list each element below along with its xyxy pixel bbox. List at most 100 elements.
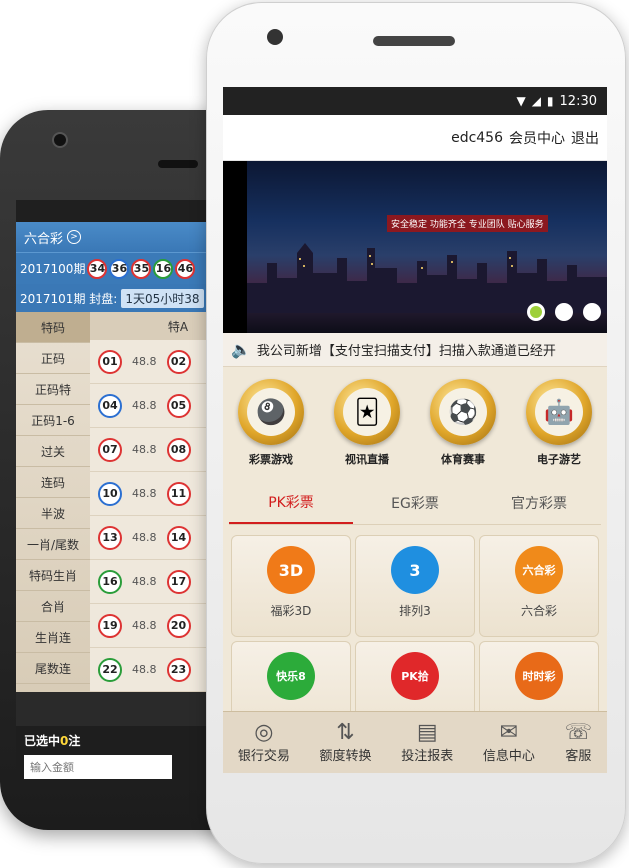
odds-value: 48.8 xyxy=(132,443,157,456)
nav-item[interactable]: ⇅ 额度转换 xyxy=(320,720,372,765)
game-logo-icon: 六合彩 xyxy=(515,546,563,594)
nav-label: 客服 xyxy=(565,749,592,764)
odds-value: 48.8 xyxy=(132,399,157,412)
category-label: 电子游艺 xyxy=(537,453,581,466)
chevron-right-icon[interactable]: > xyxy=(67,230,82,244)
nav-item[interactable]: ◎ 银行交易 xyxy=(237,721,290,765)
camera-icon xyxy=(267,29,283,45)
bet-type-item[interactable]: 正码1-6 xyxy=(16,405,90,436)
lottery-icon: 🎱 xyxy=(238,379,304,445)
bet-type-item[interactable]: 生肖连 xyxy=(16,622,90,653)
category-item[interactable]: 🎱 彩票游戏 xyxy=(228,379,314,467)
robot-icon-inner: 🤖 xyxy=(535,388,583,436)
number-ball[interactable]: 20 xyxy=(166,613,191,638)
stage: 六合彩 > 2017100期 34 36 35 16 46 2017101期 封盘: 1… xyxy=(0,0,629,868)
bet-type-item[interactable]: 特码 xyxy=(16,312,90,343)
odds-value: 48.8 xyxy=(132,663,157,676)
game-tile[interactable]: 六合彩 六合彩 xyxy=(479,535,599,637)
status-bar: ▼ ◢ ▮ 12:30 xyxy=(223,87,607,115)
camera-icon xyxy=(52,132,68,148)
banner-slogan: 安全稳定 功能齐全 专业团队 贴心服务 xyxy=(387,215,548,232)
number-ball[interactable]: 07 xyxy=(98,437,122,462)
front-screen: ▼ ◢ ▮ 12:30 edc456 会员中心 退出 安全稳定 功能齐全 专业团… xyxy=(223,87,607,773)
tab-2[interactable]: 官方彩票 xyxy=(477,481,601,524)
member-center-link[interactable]: 会员中心 xyxy=(509,128,565,148)
logout-link[interactable]: 退出 xyxy=(571,128,599,148)
tab-0[interactable]: PK彩票 xyxy=(229,481,353,524)
draw-label: 2017100期 xyxy=(20,262,86,276)
result-ball: 16 xyxy=(153,258,174,279)
bet-type-item[interactable]: 半波 xyxy=(16,498,90,529)
username: edc456 xyxy=(451,129,503,146)
number-ball[interactable]: 10 xyxy=(98,481,122,506)
category-item[interactable]: 🤖 电子游艺 xyxy=(516,379,602,467)
bet-type-item[interactable]: 尾数连 xyxy=(16,653,90,684)
category-item[interactable]: 🃏 视讯直播 xyxy=(324,379,410,467)
number-ball[interactable]: 22 xyxy=(98,657,122,682)
speaker-grille xyxy=(158,160,198,168)
number-ball[interactable]: 04 xyxy=(98,393,122,418)
tab-1[interactable]: EG彩票 xyxy=(353,481,477,524)
number-ball[interactable]: 13 xyxy=(98,525,122,550)
amount-input[interactable] xyxy=(24,755,172,779)
number-ball[interactable]: 08 xyxy=(166,437,191,462)
soccer-icon-inner: ⚽ xyxy=(439,388,487,436)
game-tile[interactable]: 3 排列3 xyxy=(355,535,475,637)
speaker-grille xyxy=(373,36,455,46)
nav-label: 银行交易 xyxy=(237,749,290,764)
result-ball: 46 xyxy=(175,258,196,279)
result-ball: 35 xyxy=(131,258,152,279)
lottery-icon-inner: 🎱 xyxy=(247,388,295,436)
category-item[interactable]: ⚽ 体育赛事 xyxy=(420,379,506,467)
carousel-dot-active[interactable] xyxy=(527,303,545,321)
number-ball[interactable]: 19 xyxy=(98,613,122,638)
status-time: 12:30 xyxy=(559,93,597,109)
bet-type-item[interactable]: 合肖 xyxy=(16,591,90,622)
bet-type-item[interactable]: 特码生肖 xyxy=(16,560,90,591)
game-logo-icon: 3D xyxy=(267,546,315,594)
wifi-icon: ▼ xyxy=(516,94,526,108)
banner-carousel[interactable]: 安全稳定 功能齐全 专业团队 贴心服务 xyxy=(223,161,607,333)
nav-label: 投注报表 xyxy=(401,749,454,764)
nav-item[interactable]: ✉ 信息中心 xyxy=(483,720,535,765)
bottom-nav: ◎ 银行交易 ⇅ 额度转换 ▤ 投注报表 ✉ 信息中心 ☏ 客服 xyxy=(223,711,607,773)
number-ball[interactable]: 23 xyxy=(166,657,191,682)
game-label: 福彩3D xyxy=(270,604,312,618)
bet-type-item[interactable]: 连码 xyxy=(16,467,90,498)
transfer-icon: ⇅ xyxy=(336,720,355,745)
number-ball[interactable]: 05 xyxy=(166,393,191,418)
number-ball[interactable]: 17 xyxy=(166,569,191,594)
nav-item[interactable]: ☏ 客服 xyxy=(565,721,593,765)
bet-type-item[interactable]: 一肖/尾数 xyxy=(16,529,90,560)
carousel-dot[interactable] xyxy=(555,303,573,321)
report-icon: ▤ xyxy=(416,720,438,745)
next-draw-label: 2017101期 封盘: xyxy=(20,291,118,306)
game-logo-icon: 时时彩 xyxy=(515,652,563,700)
notice-marquee: 🔈 我公司新增【支付宝扫描支付】扫描入款通道已经开 xyxy=(223,333,607,367)
lottery-title: 六合彩 xyxy=(24,231,64,247)
game-tile[interactable]: 3D 福彩3D xyxy=(231,535,351,637)
nav-item[interactable]: ▤ 投注报表 xyxy=(401,720,454,765)
bet-type-item[interactable]: 过关 xyxy=(16,436,90,467)
game-logo-icon: PK拾 xyxy=(391,652,439,700)
odds-value: 48.8 xyxy=(132,575,157,588)
countdown: 1天05小时38 xyxy=(121,288,204,308)
bet-type-item[interactable]: 正码特 xyxy=(16,374,90,405)
mail-icon: ✉ xyxy=(499,720,519,745)
cards-icon-inner: 🃏 xyxy=(343,388,391,436)
bet-type-item[interactable]: 正码 xyxy=(16,343,90,374)
battery-icon: ▮ xyxy=(546,94,554,108)
robot-icon: 🤖 xyxy=(526,379,592,445)
number-ball[interactable]: 14 xyxy=(166,525,191,550)
cards-icon: 🃏 xyxy=(334,379,400,445)
number-ball[interactable]: 02 xyxy=(166,349,191,374)
number-ball[interactable]: 16 xyxy=(98,569,122,594)
number-ball[interactable]: 11 xyxy=(166,481,191,506)
game-label: 排列3 xyxy=(399,604,431,618)
game-logo-icon: 3 xyxy=(391,546,439,594)
notice-text: 我公司新增【支付宝扫描支付】扫描入款通道已经开 xyxy=(256,344,556,359)
number-ball[interactable]: 01 xyxy=(98,349,122,374)
game-logo-icon: 快乐8 xyxy=(267,652,315,700)
result-ball: 36 xyxy=(109,258,130,279)
carousel-dot[interactable] xyxy=(583,303,601,321)
